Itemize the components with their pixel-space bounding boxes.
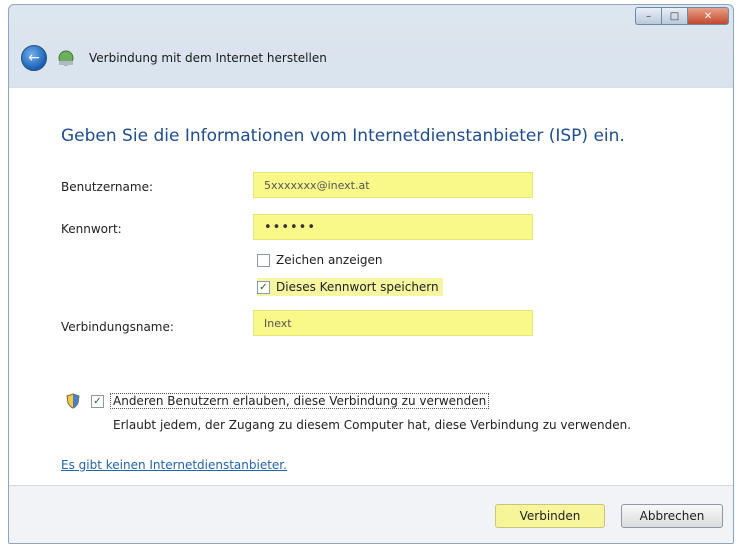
- wizard-title: Verbindung mit dem Internet herstellen: [89, 51, 327, 65]
- allow-others-description: Erlaubt jedem, der Zugang zu diesem Comp…: [113, 418, 632, 432]
- nav-bar: ← Verbindung mit dem Internet herstellen: [9, 29, 733, 87]
- username-input[interactable]: 5xxxxxxx@inext.at: [253, 172, 533, 198]
- no-isp-link[interactable]: Es gibt keinen Internetdienstanbieter.: [61, 458, 287, 472]
- allow-others-label: Anderen Benutzern erlauben, diese Verbin…: [110, 393, 490, 409]
- connection-name-input[interactable]: Inext: [253, 310, 533, 336]
- save-password-checkbox[interactable]: ✓: [257, 280, 270, 294]
- password-input[interactable]: ••••••: [253, 214, 533, 240]
- back-arrow-icon: ←: [28, 50, 40, 66]
- title-bar: – □ ✕: [9, 5, 733, 29]
- network-icon: [55, 47, 77, 69]
- show-chars-row[interactable]: Zeichen anzeigen: [257, 253, 383, 267]
- dialog-window: – □ ✕ ← Verbindung mit dem Internet hers…: [8, 4, 734, 544]
- page-heading: Geben Sie die Informationen vom Internet…: [61, 126, 625, 146]
- allow-others-row[interactable]: ✓ Anderen Benutzern erlauben, diese Verb…: [65, 392, 490, 410]
- connect-button[interactable]: Verbinden: [495, 504, 605, 528]
- password-label: Kennwort:: [61, 222, 122, 236]
- close-button[interactable]: ✕: [687, 7, 729, 25]
- username-label: Benutzername:: [61, 180, 154, 194]
- caption-buttons: – □ ✕: [635, 7, 729, 25]
- allow-others-checkbox[interactable]: ✓: [91, 394, 104, 408]
- connection-name-label: Verbindungsname:: [61, 320, 174, 334]
- show-chars-label: Zeichen anzeigen: [276, 253, 383, 267]
- show-chars-checkbox[interactable]: [257, 253, 270, 267]
- back-button[interactable]: ←: [21, 45, 47, 71]
- cancel-button[interactable]: Abbrechen: [621, 504, 723, 528]
- save-password-row[interactable]: ✓ Dieses Kennwort speichern: [257, 278, 443, 296]
- maximize-button[interactable]: □: [661, 7, 687, 25]
- minimize-button[interactable]: –: [635, 7, 661, 25]
- shield-icon: [65, 392, 81, 410]
- save-password-label: Dieses Kennwort speichern: [276, 280, 439, 294]
- content-area: Geben Sie die Informationen vom Internet…: [9, 87, 733, 485]
- button-bar: Verbinden Abbrechen: [9, 485, 733, 543]
